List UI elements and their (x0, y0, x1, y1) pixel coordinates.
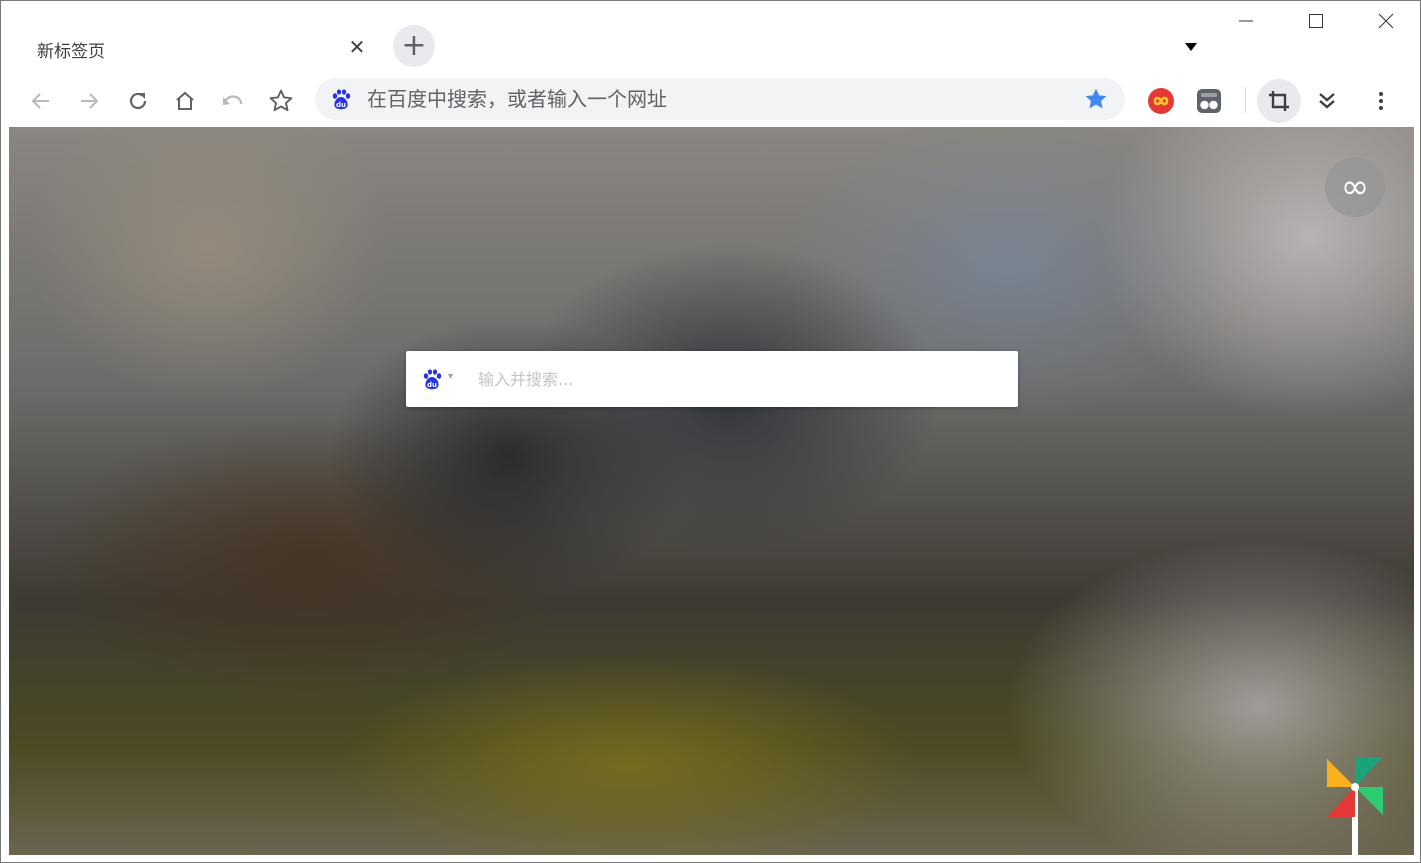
search-engine-dropdown-icon[interactable]: ▾ (448, 371, 453, 382)
forward-button[interactable] (67, 79, 111, 123)
toolbar-divider (1245, 87, 1246, 113)
more-extensions-button[interactable] (1305, 79, 1349, 123)
omnibox-input[interactable] (365, 78, 1065, 120)
double-chevron-down-icon (1319, 93, 1335, 109)
page-search-input[interactable] (476, 351, 1006, 407)
infinity-extension-icon (1148, 88, 1174, 114)
back-button[interactable] (19, 79, 63, 123)
baidu-paw-icon[interactable]: du (420, 367, 444, 391)
tab-search-caret-icon[interactable] (1181, 37, 1201, 57)
infinity-settings-button[interactable]: ∞ (1325, 157, 1385, 217)
tab-close-icon[interactable]: ✕ (343, 33, 371, 61)
tab-new-tab-page[interactable]: 新标签页 ✕ (21, 25, 377, 75)
crop-extension-button[interactable] (1257, 79, 1301, 123)
maximize-button[interactable] (1281, 1, 1351, 41)
svg-text:du: du (336, 101, 346, 109)
home-button[interactable] (163, 79, 207, 123)
svg-text:du: du (427, 381, 437, 389)
vertical-dots-icon (1379, 92, 1383, 110)
minimize-icon (1239, 20, 1253, 22)
tampermonkey-extension-button[interactable] (1187, 79, 1231, 123)
undo-icon (223, 95, 243, 105)
star-filled-icon[interactable] (1083, 86, 1109, 112)
tab-strip: 新标签页 ✕ + (1, 1, 1420, 75)
tab-title: 新标签页 (37, 42, 105, 62)
browser-menu-button[interactable] (1359, 79, 1403, 123)
infinity-extension-button[interactable] (1139, 79, 1183, 123)
minimize-button[interactable] (1211, 1, 1281, 41)
new-tab-page-background: ∞ du ▾ (9, 127, 1414, 855)
home-icon (176, 91, 194, 110)
omnibox[interactable]: du (315, 78, 1125, 120)
pinwheel-icon[interactable] (1323, 757, 1387, 855)
browser-window: 新标签页 ✕ + du 在百度中搜索，或者输入一个网址 ∞ du ▾ 输入并搜索… (0, 0, 1421, 863)
crop-icon (1269, 91, 1289, 111)
reload-button[interactable] (116, 79, 160, 123)
bookmark-button[interactable] (259, 79, 303, 123)
maximize-icon (1309, 14, 1323, 28)
browser-toolbar: du (9, 75, 1414, 127)
star-outline-icon (269, 89, 293, 112)
new-tab-button[interactable]: + (393, 25, 435, 67)
page-search-box[interactable]: du ▾ (406, 351, 1018, 407)
close-window-button[interactable] (1351, 1, 1420, 41)
reload-icon (129, 92, 147, 110)
tampermonkey-icon (1197, 89, 1221, 113)
baidu-paw-icon: du (332, 89, 351, 110)
forward-arrow-icon (81, 93, 99, 109)
back-arrow-icon (31, 93, 49, 109)
undo-close-button[interactable] (211, 79, 255, 123)
close-icon (1378, 13, 1394, 29)
